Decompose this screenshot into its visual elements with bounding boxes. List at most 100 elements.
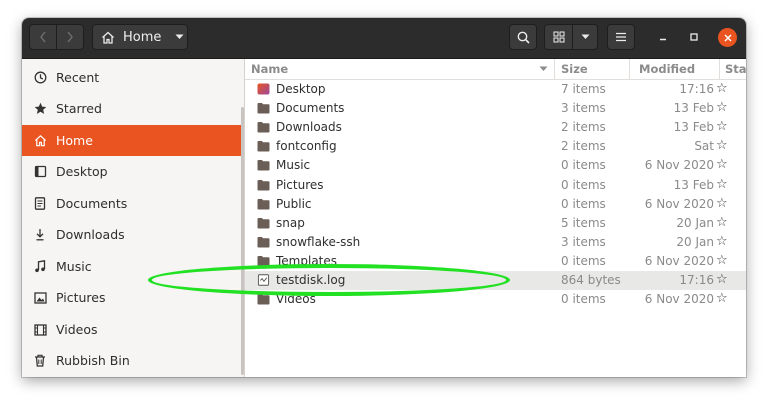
star-outline-icon[interactable]: ☆ [716,291,728,306]
sidebar-item-label: Home [56,133,93,148]
file-name: snap [276,215,305,230]
table-row[interactable]: Templates 0 items 6 Nov 2020 ☆ [245,252,746,271]
maximize-icon [690,33,698,41]
star-outline-icon[interactable]: ☆ [716,253,728,268]
sidebar-item-home[interactable]: Home [22,125,244,156]
sidebar-item-music[interactable]: Music [22,251,244,282]
file-size: 0 items [561,292,606,307]
music-note-icon [35,260,46,273]
sort-descending-icon[interactable] [539,66,548,72]
sidebar-scrollbar[interactable] [241,107,244,375]
star-outline-icon[interactable]: ☆ [716,100,728,115]
file-modified: 13 Feb [673,101,714,116]
close-button[interactable] [718,28,737,47]
star-outline-icon[interactable]: ☆ [716,81,728,96]
star-outline-icon[interactable]: ☆ [716,196,728,211]
minimize-button[interactable] [650,24,676,50]
path-bar-home-button[interactable]: Home [92,24,188,50]
sidebar-item-videos[interactable]: Videos [22,314,244,345]
view-mode-button[interactable] [544,24,573,50]
file-size: 0 items [561,196,606,211]
chevron-left-icon [40,31,46,43]
star-outline-icon[interactable]: ☆ [716,138,728,153]
file-modified: 20 Jan [676,234,714,249]
table-row[interactable]: Documents 3 items 13 Feb ☆ [245,99,746,118]
file-name: Music [276,158,311,173]
places-sidebar: Recent Starred Home Desktop Documents Do… [22,59,245,377]
sidebar-item-starred[interactable]: Starred [22,93,244,124]
folder-icon [257,255,270,267]
table-row[interactable]: Downloads 2 items 13 Feb ☆ [245,118,746,137]
chevron-right-icon [67,31,73,43]
file-name: Public [276,196,312,211]
list-header: Name Size Modified Star [245,59,746,80]
folder-icon [257,198,270,210]
table-row[interactable]: Desktop 7 items 17:16 ☆ [245,80,746,99]
close-icon [723,33,732,42]
file-size: 864 bytes [561,273,621,287]
star-outline-icon[interactable]: ☆ [716,157,728,172]
file-modified: 6 Nov 2020 [644,292,714,307]
file-size: 5 items [561,215,606,230]
path-bar-label: Home [123,29,162,45]
file-list-view: Name Size Modified Star Desktop 7 items 17… [245,59,746,377]
file-name: Documents [276,101,345,116]
back-button[interactable] [29,24,57,50]
star-outline-icon[interactable]: ☆ [716,215,728,230]
table-row[interactable]: snowflake-ssh 3 items 20 Jan ☆ [245,233,746,252]
maximize-button[interactable] [681,24,707,50]
sidebar-item-documents[interactable]: Documents [22,188,244,219]
folder-icon [257,103,270,114]
sidebar-item-label: Music [56,259,92,274]
column-header-star[interactable]: Star [725,62,746,76]
header-bar: Home [22,18,746,59]
file-size: 0 items [561,177,606,192]
sidebar-item-label: Downloads [56,227,125,242]
star-outline-icon[interactable]: ☆ [716,119,728,134]
caret-down-icon[interactable] [175,34,184,40]
folder-icon [257,122,270,133]
sidebar-item-pictures[interactable]: Pictures [22,282,244,313]
star-outline-icon[interactable]: ☆ [716,177,728,192]
file-size: 0 items [561,158,606,173]
column-header-name[interactable]: Name [251,62,288,76]
file-modified: 20 Jan [676,215,714,230]
column-header-size[interactable]: Size [561,62,588,76]
file-modified: 13 Feb [673,177,714,192]
sidebar-item-downloads[interactable]: Downloads [22,219,244,250]
sidebar-item-recent[interactable]: Recent [22,62,244,93]
star-outline-icon[interactable]: ☆ [716,272,728,287]
table-row[interactable]: Pictures 0 items 13 Feb ☆ [245,176,746,195]
file-size: 2 items [561,139,606,154]
view-options-dropdown[interactable] [572,24,598,50]
file-name: fontconfig [276,139,337,154]
search-button[interactable] [509,24,537,50]
star-filled-icon [34,102,46,114]
folder-icon [257,141,270,152]
file-modified: Sat [694,139,714,154]
table-row[interactable]: Music 0 items 6 Nov 2020 ☆ [245,156,746,175]
minimize-icon [660,38,666,41]
film-icon [33,323,47,336]
trash-icon [35,354,45,367]
table-row[interactable]: fontconfig 2 items Sat ☆ [245,137,746,156]
file-name: Desktop [276,82,326,96]
sidebar-item-rubbish-bin[interactable]: Rubbish Bin [22,345,244,376]
forward-button[interactable] [56,24,84,50]
sidebar-item-label: Pictures [56,290,106,305]
hamburger-menu-icon [616,32,626,42]
table-row[interactable]: testdisk.log 864 bytes 17:16 ☆ [245,271,746,290]
sidebar-item-desktop[interactable]: Desktop [22,156,244,187]
main-menu-button[interactable] [607,24,635,50]
file-modified: 6 Nov 2020 [644,196,714,211]
column-header-modified[interactable]: Modified [639,62,695,76]
home-icon [102,31,114,44]
folder-icon [257,217,270,229]
table-row[interactable]: Videos 0 items 6 Nov 2020 ☆ [245,290,746,309]
table-row[interactable]: snap 5 items 20 Jan ☆ [245,214,746,233]
table-row[interactable]: Public 0 items 6 Nov 2020 ☆ [245,195,746,214]
star-outline-icon[interactable]: ☆ [716,234,728,249]
document-icon [34,197,46,210]
folder-icon [257,294,270,305]
grid-view-icon [553,31,564,43]
